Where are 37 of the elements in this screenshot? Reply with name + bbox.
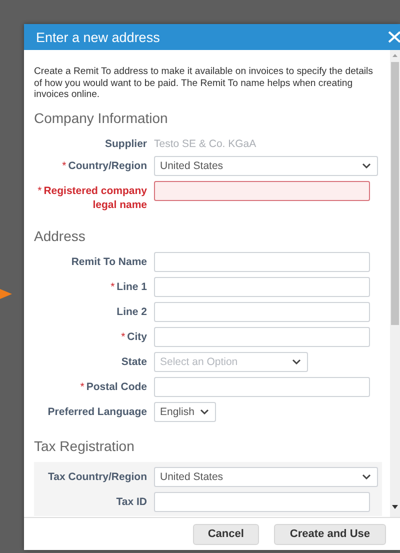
create-button[interactable]: Create and Use: [274, 524, 386, 544]
field-label: Line 2: [116, 304, 147, 318]
chevron-down-icon: [362, 474, 371, 480]
section-heading: Tax Registration: [34, 438, 136, 454]
input-field[interactable]: [154, 326, 370, 346]
section-heading: Address: [34, 228, 86, 244]
chevron-down-icon: [200, 408, 210, 414]
supplier-name: Testo SE & Co. KGaA: [154, 136, 258, 150]
field-label: Remit To Name: [71, 254, 147, 268]
field-label: * Registered company legal name: [36, 184, 147, 212]
input-field[interactable]: [154, 252, 370, 272]
section-heading: Company Information: [34, 110, 169, 126]
close-icon[interactable]: [388, 31, 400, 43]
field-label: Preferred Language: [48, 404, 147, 418]
cancel-button[interactable]: Cancel: [192, 524, 259, 544]
field-label: Tax ID: [116, 494, 147, 508]
chevron-down-icon: [362, 162, 371, 168]
field-label: * City: [121, 330, 147, 344]
dialog-title: Enter a new address: [36, 30, 160, 44]
field-label: Supplier: [104, 136, 147, 150]
chevron-down-icon: [292, 358, 301, 364]
intro-text: Create a Remit To address to make it available on invoices to specify the details of how you would want to be paid. The Remit To name helps when creating invoices online.: [34, 66, 374, 100]
field-label: * Line 1: [110, 280, 147, 294]
input-field[interactable]: [154, 302, 370, 322]
field-label: State: [121, 354, 147, 368]
field-label: * Postal Code: [80, 380, 147, 394]
field-label: * Country/Region: [62, 158, 147, 172]
dropdown[interactable]: English: [154, 402, 216, 422]
input-field[interactable]: [154, 376, 370, 396]
scrollbar[interactable]: [390, 50, 400, 517]
error-input-field[interactable]: [154, 180, 370, 200]
input-field[interactable]: [154, 492, 370, 512]
arrow-pointer-icon: [0, 288, 12, 300]
dropdown[interactable]: United States: [154, 466, 378, 486]
dropdown[interactable]: United States: [154, 156, 378, 176]
field-label: Tax Country/Region: [48, 470, 147, 484]
input-field[interactable]: [154, 276, 370, 296]
